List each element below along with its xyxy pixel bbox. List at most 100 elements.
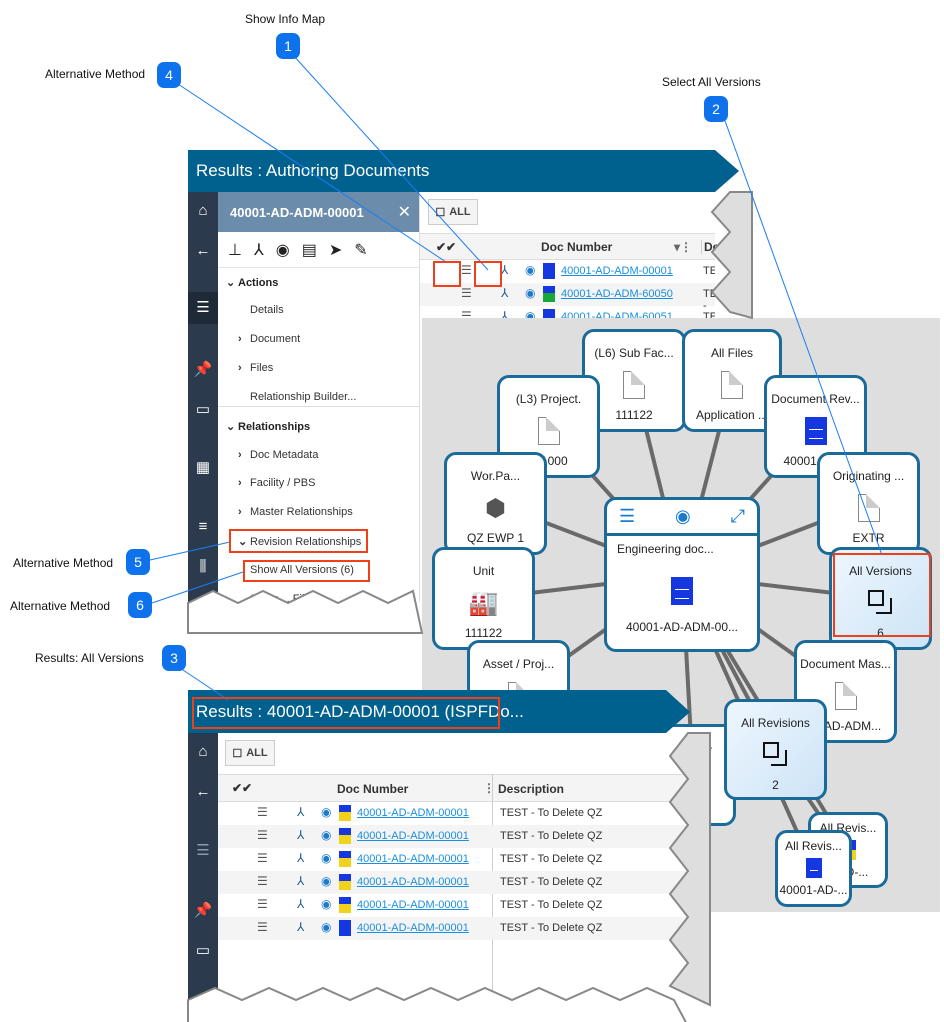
send-icon[interactable]: ➤ — [329, 240, 342, 260]
select-all-button[interactable]: ☐ ALL — [428, 199, 478, 225]
column-menu-icon[interactable]: ⋮ — [483, 781, 495, 795]
select-check-icon[interactable]: ✔✔ — [436, 240, 456, 254]
menu-item[interactable]: › Files — [238, 362, 273, 374]
info-map-icon[interactable]: ⅄ — [297, 805, 304, 819]
file-icon — [721, 371, 743, 399]
chart-search-icon[interactable]: ⫼ — [188, 558, 218, 575]
info-map-node[interactable]: All Revis... 40001-AD-... — [775, 830, 852, 907]
menu-item[interactable]: Relationship Builder... — [250, 391, 356, 403]
table-row[interactable]: ☰ ⅄ ◉ 40001-AD-ADM-00001 TEST — [420, 260, 715, 283]
menu-item[interactable]: › Doc Metadata — [238, 449, 318, 461]
list-icon[interactable]: ☰ — [188, 841, 218, 859]
doc-number-link[interactable]: 40001-AD-ADM-00001 — [357, 922, 469, 934]
menu-item[interactable]: › Master Relationships — [238, 506, 353, 518]
info-map-icon[interactable]: ⅄ — [254, 240, 264, 260]
column-description[interactable]: Desc — [701, 240, 733, 254]
column-description[interactable]: Description — [498, 782, 564, 796]
info-map-icon[interactable]: ⅄ — [297, 897, 304, 911]
info-map-icon[interactable]: ⅄ — [501, 286, 508, 300]
table-row[interactable]: ☰ ⅄ ◉ 40001-AD-ADM-00001 TEST - To Delete QZ — [218, 871, 690, 894]
eye-icon[interactable]: ◉ — [525, 286, 535, 300]
info-map-icon[interactable]: ⅄ — [297, 874, 304, 888]
eye-icon[interactable]: ◉ — [675, 506, 691, 527]
grid-icon[interactable]: ▦ — [188, 458, 218, 476]
document-icon — [671, 577, 693, 605]
menu-item[interactable]: Show ... Files — [250, 593, 316, 605]
menu-item-label: Relationships — [238, 421, 311, 433]
list-icon[interactable]: ☰ — [619, 506, 635, 527]
info-map-icon[interactable]: ⅄ — [501, 263, 508, 277]
table-row[interactable]: ☰ ⅄ ◉ 40001-AD-ADM-00001 TEST - To Delete QZ — [218, 825, 690, 848]
eye-icon[interactable]: ◉ — [321, 897, 331, 911]
doc-number-link[interactable]: 40001-AD-ADM-00001 — [357, 807, 469, 819]
info-map-node[interactable]: Originating ... EXTR — [817, 452, 920, 555]
results-header: Results : Authoring Documents — [188, 150, 715, 192]
list-icon[interactable]: ☰ — [257, 920, 268, 934]
document-icon — [804, 417, 827, 445]
list-icon[interactable]: ☰ — [257, 897, 268, 911]
doc-number-link[interactable]: 40001-AD-ADM-00001 — [561, 265, 673, 277]
list-icon[interactable]: ☰ — [257, 805, 268, 819]
select-check-icon[interactable]: ✔✔ — [232, 781, 252, 795]
info-map-icon[interactable]: ⅄ — [297, 920, 304, 934]
checkbox-icon: ☐ — [232, 747, 243, 760]
eye-icon[interactable]: ◉ — [525, 263, 535, 277]
eye-icon[interactable]: ◉ — [276, 240, 290, 260]
table-row[interactable]: ☰ ⅄ ◉ 40001-AD-ADM-00001 TEST - To Delete QZ — [218, 848, 690, 871]
table-row[interactable]: ☰ ⅄ ◉ 40001-AD-ADM-00001 TEST - To Delete QZ — [218, 917, 690, 940]
menu-item[interactable]: › Facility / PBS — [238, 477, 315, 489]
list-icon[interactable]: ☰ — [461, 263, 472, 277]
select-all-button[interactable]: ☐ ALL — [225, 740, 275, 766]
info-map-icon[interactable]: ⅄ — [297, 851, 304, 865]
document-icon — [339, 851, 351, 867]
home-icon[interactable]: ⌂ — [188, 202, 218, 219]
inbox-icon[interactable]: ▭ — [188, 941, 218, 959]
menu-item[interactable]: ⌄ Actions — [226, 276, 278, 289]
eye-icon[interactable]: ◉ — [321, 920, 331, 934]
list-icon[interactable]: ☰ — [461, 286, 472, 300]
eye-icon[interactable]: ◉ — [321, 805, 331, 819]
table-row[interactable]: ☰ ⅄ ◉ 40001-AD-ADM-00001 TEST - To Delete QZ — [218, 802, 690, 825]
filter-icon[interactable]: ▾⋮ — [674, 240, 692, 254]
info-map-icon[interactable]: ⅄ — [297, 828, 304, 842]
inbox-icon[interactable]: ▭ — [188, 400, 218, 418]
arrow-left-icon[interactable]: ← — [188, 242, 218, 259]
details-title-bar: 40001-AD-ADM-00001 ✕ — [218, 192, 419, 232]
pencil-icon[interactable]: ✎ — [354, 240, 367, 260]
eye-icon[interactable]: ◉ — [321, 828, 331, 842]
doc-number-link[interactable]: 40001-AD-ADM-00001 — [357, 830, 469, 842]
list-icon[interactable]: ☰ — [257, 874, 268, 888]
list-icon[interactable]: ☰ — [188, 292, 218, 324]
eye-icon[interactable]: ◉ — [321, 874, 331, 888]
document-view-icon[interactable]: ▤ — [302, 240, 317, 260]
numbered-list-icon[interactable]: ≡ — [188, 518, 218, 535]
info-map-node[interactable]: Unit 🏭 111122 — [432, 547, 535, 650]
list-icon[interactable]: ☰ — [257, 828, 268, 842]
table-row[interactable]: ☰⅄◉40001-AD-ADM-60050TEST - — [420, 283, 715, 312]
callout-label: Alternative Method — [10, 599, 111, 613]
pin-icon[interactable]: 📌 — [188, 901, 218, 919]
doc-number-link[interactable]: 40001-AD-ADM-00001 — [357, 876, 469, 888]
node-title: All Revisions — [741, 716, 810, 730]
menu-item[interactable]: Details — [250, 304, 284, 316]
expand-icon[interactable]: ⤢ — [731, 506, 745, 527]
column-doc-number[interactable]: Doc Number — [541, 240, 612, 254]
doc-number-link[interactable]: 40001-AD-ADM-00001 — [357, 853, 469, 865]
info-map-node[interactable]: Wor.Pa... ⬢ QZ EWP 1 — [444, 452, 547, 555]
arrow-left-icon[interactable]: ← — [188, 783, 218, 800]
info-map-node[interactable]: All Revisions 2 — [724, 699, 827, 800]
pin-icon[interactable]: ⊥ — [228, 240, 242, 260]
highlight-info-map-icon — [474, 261, 502, 287]
home-icon[interactable]: ⌂ — [188, 743, 218, 760]
column-doc-number[interactable]: Doc Number — [337, 782, 408, 796]
info-map-center-node[interactable]: ☰ ◉ ⤢ Engineering doc... 40001-AD-ADM-00..… — [604, 497, 760, 652]
doc-number-link[interactable]: 40001-AD-ADM-00001 — [357, 899, 469, 911]
doc-number-link[interactable]: 40001-AD-ADM-60050 — [561, 288, 673, 300]
menu-item[interactable]: ⌄ Relationships — [218, 406, 420, 433]
pin-icon[interactable]: 📌 — [188, 360, 218, 378]
menu-item[interactable]: › Document — [238, 333, 300, 345]
list-icon[interactable]: ☰ — [257, 851, 268, 865]
close-icon[interactable]: ✕ — [398, 202, 411, 222]
eye-icon[interactable]: ◉ — [321, 851, 331, 865]
table-row[interactable]: ☰ ⅄ ◉ 40001-AD-ADM-00001 TEST - To Delete QZ — [218, 894, 690, 917]
